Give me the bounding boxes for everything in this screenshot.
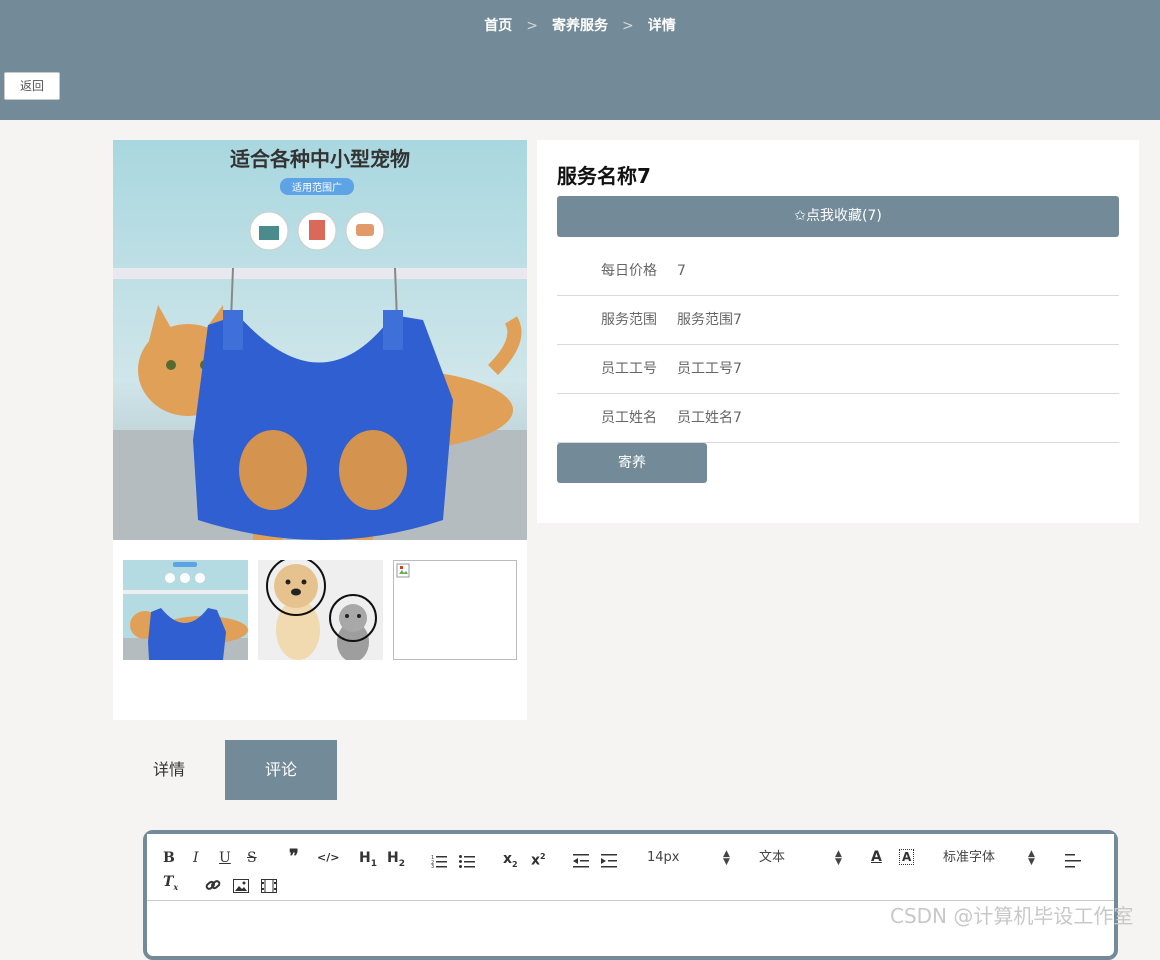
ordered-list-icon[interactable]: 123 (431, 850, 447, 872)
breadcrumb: 首页 > 寄养服务 > 详情 (0, 15, 1160, 35)
link-icon[interactable] (205, 874, 221, 896)
font-size-value: 14px (647, 850, 680, 865)
select-arrows-icon: ▲ ▼ (1028, 849, 1035, 867)
thumbnail-broken-image[interactable] (393, 560, 517, 660)
back-button[interactable]: 返回 (4, 72, 60, 100)
indent-icon[interactable] (601, 850, 617, 872)
bullet-list-icon[interactable] (459, 850, 475, 872)
italic-icon[interactable]: I (193, 847, 199, 869)
field-label: 员工工号 (601, 361, 657, 377)
field-label: 每日价格 (601, 263, 657, 279)
clear-format-icon[interactable]: Tx (163, 871, 178, 893)
align-left-icon[interactable] (1065, 850, 1081, 872)
field-row-employee-id: 员工工号 员工工号7 (557, 345, 1119, 394)
outdent-icon[interactable] (573, 850, 589, 872)
image-badge-text: 适用范围广 (292, 181, 342, 194)
field-row-employee-name: 员工姓名 员工姓名7 (557, 394, 1119, 443)
service-info-panel: 服务名称7 ✩点我收藏(7) 每日价格 7 服务范围 服务范围7 员工工号 员工… (537, 140, 1139, 523)
font-color-icon[interactable]: A (871, 846, 882, 868)
image-gallery: 适合各种中小型宠物 适用范围广 (113, 140, 527, 720)
tab-comment[interactable]: 评论 (225, 740, 337, 800)
superscript-icon[interactable]: x2 (531, 846, 546, 869)
top-banner: 首页 > 寄养服务 > 详情 返回 (0, 0, 1160, 120)
favorite-button[interactable]: ✩点我收藏(7) (557, 196, 1119, 237)
field-value: 服务范围7 (677, 312, 742, 328)
h2-icon[interactable]: H2 (387, 847, 405, 869)
breadcrumb-home[interactable]: 首页 (484, 18, 512, 34)
field-label: 服务范围 (601, 312, 657, 328)
paragraph-select[interactable]: 文本 ▲ ▼ (759, 847, 847, 869)
font-family-select[interactable]: 标准字体 ▲ ▼ (943, 847, 1043, 869)
svg-text:3: 3 (431, 864, 434, 870)
select-arrows-icon: ▲ ▼ (723, 849, 730, 867)
code-icon[interactable]: </> (317, 847, 339, 869)
subscript-icon[interactable]: x2 (503, 848, 518, 870)
service-name: 服务名称7 (557, 164, 651, 188)
video-icon[interactable] (261, 875, 277, 897)
strikethrough-icon[interactable]: S (247, 847, 257, 869)
h1-icon[interactable]: H1 (359, 847, 377, 869)
watermark: CSDN @计算机毕设工作室 (890, 904, 1134, 928)
thumbnail-dog-cat-cones[interactable] (258, 560, 383, 660)
underline-icon[interactable]: U (219, 847, 231, 869)
font-size-select[interactable]: 14px ▲ ▼ (647, 847, 735, 869)
field-label: 员工姓名 (601, 410, 657, 426)
quote-icon[interactable]: ❞ (289, 846, 299, 868)
image-title-text: 适合各种中小型宠物 (230, 147, 410, 171)
tab-detail[interactable]: 详情 (113, 740, 225, 800)
thumbnail-cat-sling[interactable] (123, 560, 248, 660)
broken-image-icon (396, 563, 410, 578)
breadcrumb-service[interactable]: 寄养服务 (552, 18, 608, 34)
field-value: 7 (677, 263, 686, 279)
field-row-scope: 服务范围 服务范围7 (557, 296, 1119, 345)
breadcrumb-separator: > (622, 18, 634, 34)
paragraph-value: 文本 (759, 850, 786, 865)
breadcrumb-separator: > (526, 18, 538, 34)
comment-editor: B I U S ❞ </> H1 H2 123 x2 x2 14px ▲ ▼ 文… (143, 830, 1118, 960)
editor-toolbar: B I U S ❞ </> H1 H2 123 x2 x2 14px ▲ ▼ 文… (147, 834, 1114, 901)
field-value: 员工工号7 (677, 361, 742, 377)
breadcrumb-current: 详情 (647, 18, 676, 34)
field-row-price: 每日价格 7 (557, 247, 1119, 296)
background-color-icon[interactable]: A (899, 849, 915, 865)
select-arrows-icon: ▲ ▼ (835, 849, 842, 867)
board-button[interactable]: 寄养 (557, 443, 707, 483)
image-icon[interactable] (233, 875, 249, 897)
bold-icon[interactable]: B (163, 847, 175, 869)
font-family-value: 标准字体 (943, 850, 996, 865)
main-product-image: 适合各种中小型宠物 适用范围广 (113, 140, 527, 540)
field-value: 员工姓名7 (677, 410, 742, 426)
